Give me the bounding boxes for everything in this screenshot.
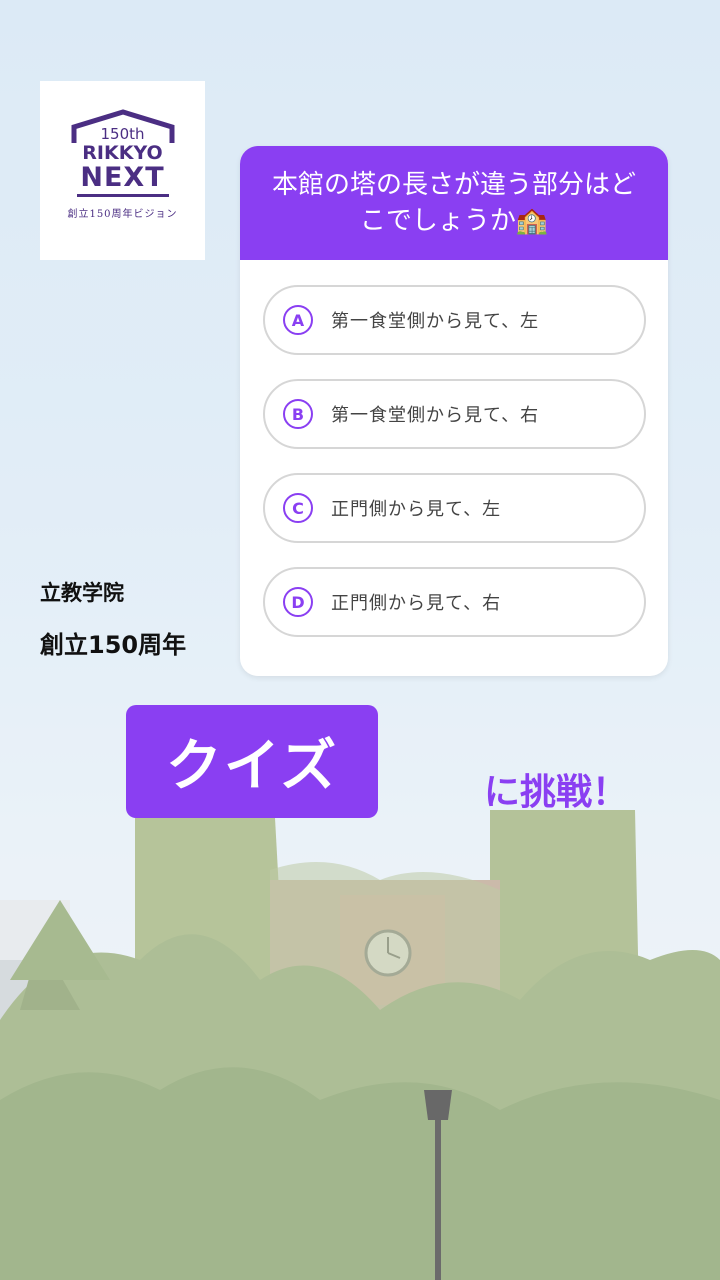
option-letter-badge: B [283,399,313,429]
logo-line-2: RIKKYO [82,142,163,164]
rikkyo-next-logo: 150th RIKKYO NEXT 創立150周年ビジョン [40,81,205,260]
option-letter-badge: A [283,305,313,335]
quiz-question: 本館の塔の長さが違う部分はどこでしょうか🏫 [240,146,668,260]
logo-divider [76,194,169,197]
quiz-sticker: 本館の塔の長さが違う部分はどこでしょうか🏫 A 第一食堂側から見て、左 B 第一… [240,146,668,676]
option-text: 正門側から見て、左 [331,499,502,520]
side-text-school: 立教学院 [40,581,124,605]
side-text-anniversary: 創立150周年 [40,631,187,659]
logo-line-3: NEXT [80,162,165,193]
option-letter-badge: C [283,493,313,523]
challenge-text: に挑戦！ [484,772,629,813]
option-text: 正門側から見て、右 [331,593,502,614]
option-letter-badge: D [283,587,313,617]
option-text: 第一食堂側から見て、右 [331,405,540,426]
logo-subtitle: 創立150周年ビジョン [67,209,178,220]
option-text: 第一食堂側から見て、左 [331,311,540,332]
quiz-option-c[interactable]: C 正門側から見て、左 [263,473,646,543]
logo-line-1: 150th [100,125,145,143]
quiz-options: A 第一食堂側から見て、左 B 第一食堂側から見て、右 C 正門側から見て、左 … [240,260,668,637]
quiz-option-d[interactable]: D 正門側から見て、右 [263,567,646,637]
quiz-option-a[interactable]: A 第一食堂側から見て、左 [263,285,646,355]
quiz-option-b[interactable]: B 第一食堂側から見て、右 [263,379,646,449]
quiz-tag: クイズ [126,705,378,818]
